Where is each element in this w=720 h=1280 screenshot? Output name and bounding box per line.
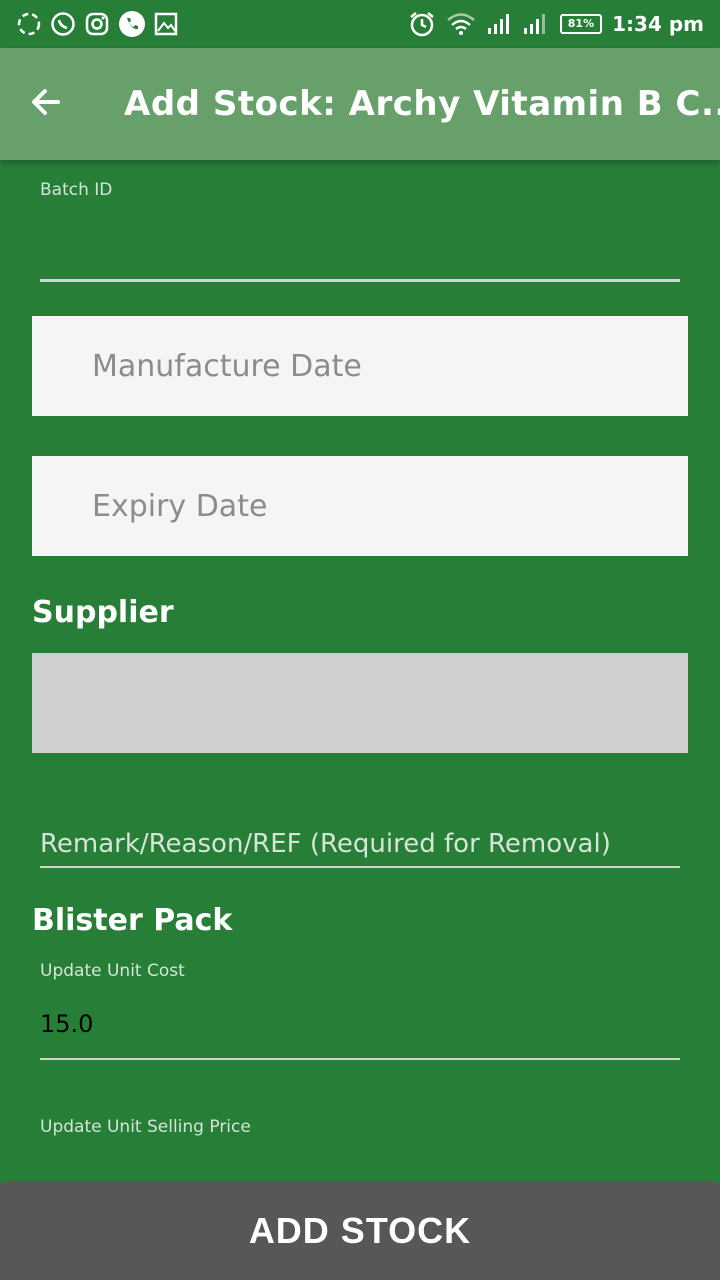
signal-icon: [522, 12, 548, 36]
blister-pack-title: Blister Pack: [32, 903, 233, 938]
supplier-select[interactable]: [32, 653, 688, 753]
instagram-icon: [84, 11, 110, 37]
app-bar: Add Stock: Archy Vitamin B C...: [0, 48, 720, 160]
back-button[interactable]: [28, 76, 64, 132]
battery-indicator: 81%: [559, 14, 603, 34]
phone-icon: [118, 10, 146, 38]
status-right-icons: 81% 1:34 pm: [398, 10, 704, 38]
signal-icon: [486, 12, 512, 36]
status-clock: 1:34 pm: [612, 12, 704, 36]
expiry-date-placeholder: Expiry Date: [92, 488, 268, 524]
batch-id-label: Batch ID: [40, 180, 113, 200]
gallery-icon: [154, 12, 178, 36]
batch-id-input[interactable]: [40, 218, 680, 282]
remark-input[interactable]: [40, 822, 680, 868]
unit-cost-underline: [40, 1058, 680, 1060]
whatsapp-icon: [50, 11, 76, 37]
wifi-icon: [446, 11, 476, 37]
add-stock-button[interactable]: ADD STOCK: [0, 1181, 720, 1280]
page-title: Add Stock: Archy Vitamin B C...: [124, 84, 720, 124]
sync-icon: [16, 11, 42, 37]
arrow-left-icon: [28, 84, 64, 124]
status-left-icons: [16, 10, 186, 38]
unit-cost-input[interactable]: 15.0: [40, 1010, 93, 1038]
unit-selling-price-label: Update Unit Selling Price: [40, 1117, 251, 1137]
expiry-date-field[interactable]: Expiry Date: [32, 456, 688, 556]
manufacture-date-field[interactable]: Manufacture Date: [32, 316, 688, 416]
supplier-title: Supplier: [32, 595, 174, 630]
manufacture-date-placeholder: Manufacture Date: [92, 348, 362, 384]
alarm-icon: [408, 10, 436, 38]
status-bar: 81% 1:34 pm: [0, 0, 720, 48]
unit-cost-label: Update Unit Cost: [40, 961, 185, 981]
